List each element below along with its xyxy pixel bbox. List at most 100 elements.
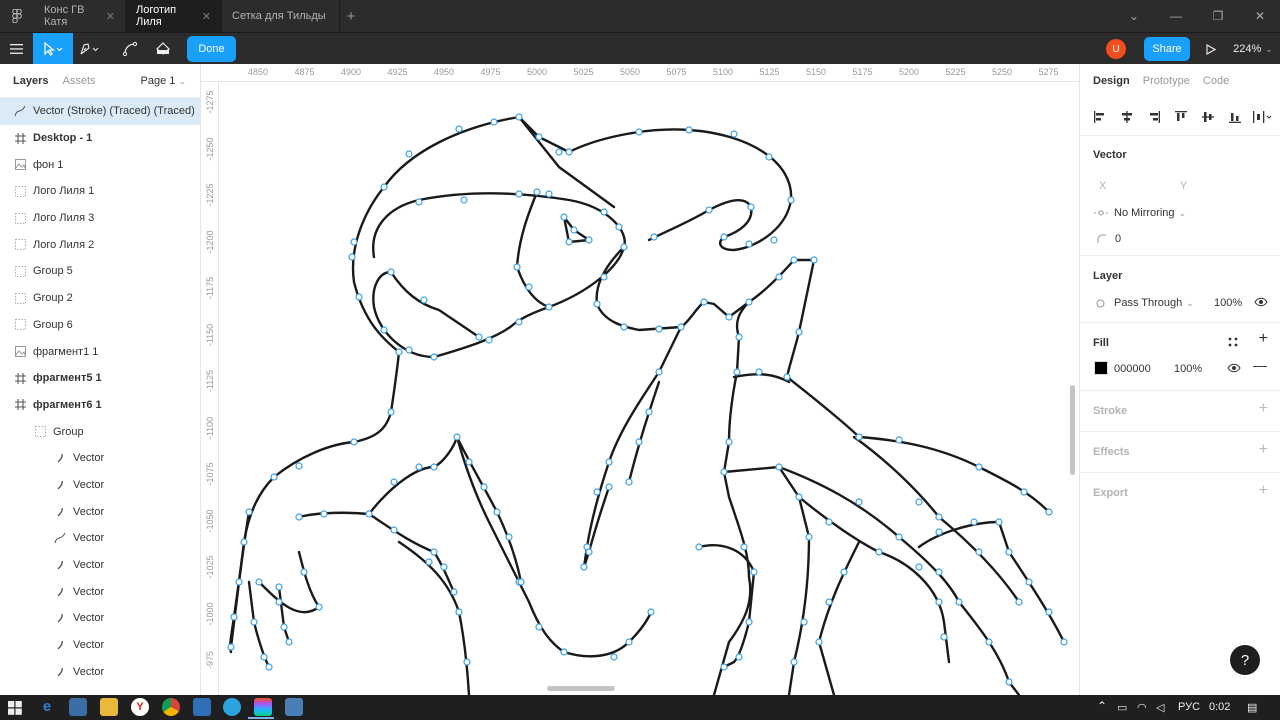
telegram-icon[interactable]	[223, 698, 241, 716]
ruler-tick-label: 4875	[294, 67, 315, 77]
clock[interactable]: 0:02	[1209, 701, 1230, 713]
distribute-spacing-icon[interactable]	[1252, 110, 1272, 124]
layer-row[interactable]: Vector	[0, 525, 200, 552]
layer-label: Лого Лиля 1	[33, 185, 95, 198]
layer-label: Vector (Stroke) (Traced) (Traced)	[33, 105, 195, 118]
visibility-eye-icon[interactable]	[1254, 296, 1268, 308]
app-window-icon[interactable]	[285, 698, 303, 716]
x-position-field[interactable]: X	[1099, 180, 1106, 192]
layer-row[interactable]: Vector	[0, 658, 200, 685]
close-icon[interactable]: ✕	[202, 10, 211, 23]
layer-row[interactable]: Vector	[0, 472, 200, 499]
y-position-field[interactable]: Y	[1180, 180, 1187, 192]
layer-row[interactable]: фрагмент6 1	[0, 392, 200, 419]
align-left-icon[interactable]	[1093, 110, 1107, 124]
notifications-icon[interactable]: ▤	[1247, 701, 1257, 714]
new-tab-plus-icon[interactable]: +	[340, 0, 362, 32]
figma-menu-icon[interactable]	[0, 0, 34, 32]
done-button[interactable]: Done	[187, 36, 236, 62]
fill-color-swatch[interactable]	[1094, 361, 1108, 375]
close-icon[interactable]: ✕	[106, 10, 115, 23]
layer-row[interactable]: Group	[0, 418, 200, 445]
layer-row[interactable]: Vector	[0, 552, 200, 579]
tab-file-3[interactable]: Сетка для Тильды	[222, 0, 340, 32]
chrome-icon[interactable]	[162, 698, 180, 716]
layer-row[interactable]: Лого Лиля 3	[0, 205, 200, 232]
move-tool-button[interactable]	[33, 33, 73, 65]
add-export-plus-icon[interactable]: +	[1259, 482, 1268, 500]
layer-row[interactable]: Vector (Stroke) (Traced) (Traced)	[0, 98, 200, 125]
layer-row[interactable]: Vector	[0, 605, 200, 632]
explorer-app-icon[interactable]	[69, 698, 87, 716]
add-fill-plus-icon[interactable]: +	[1259, 330, 1268, 348]
layer-opacity-field[interactable]: 100%	[1214, 297, 1242, 309]
share-button[interactable]: Share	[1144, 37, 1190, 61]
restore-icon[interactable]: ❐	[1198, 0, 1238, 32]
minimize-icon[interactable]: —	[1156, 0, 1196, 32]
blend-mode-dropdown[interactable]: Pass Through ⌄	[1096, 297, 1194, 309]
align-bottom-icon[interactable]	[1228, 110, 1242, 124]
tab-file-1[interactable]: Конс ГВ Катя ✕	[34, 0, 126, 32]
layer-row[interactable]: Лого Лиля 2	[0, 231, 200, 258]
layer-row[interactable]: фрагмент5 1	[0, 365, 200, 392]
page-selector[interactable]: Page 1 ⌄	[141, 75, 186, 87]
mirroring-dropdown[interactable]: No Mirroring ⌄	[1093, 207, 1186, 219]
add-effect-plus-icon[interactable]: +	[1259, 441, 1268, 459]
avatar[interactable]: U	[1106, 39, 1126, 59]
tab-code[interactable]: Code	[1203, 75, 1229, 87]
yandex-browser-icon[interactable]: Y	[131, 698, 149, 716]
windows-start-icon[interactable]	[8, 701, 22, 715]
align-horizontal-center-icon[interactable]	[1120, 110, 1134, 124]
layer-row[interactable]: Vector	[0, 578, 200, 605]
add-stroke-plus-icon[interactable]: +	[1259, 400, 1268, 418]
ruler-tick-label: -1075	[205, 462, 215, 486]
battery-icon[interactable]: ▭	[1117, 701, 1127, 714]
tray-chevron-up-icon[interactable]: ⌃	[1097, 699, 1107, 713]
tab-layers[interactable]: Layers	[13, 75, 48, 87]
fill-hex-field[interactable]: 000000	[1114, 363, 1151, 375]
layer-row[interactable]: Group 5	[0, 258, 200, 285]
layer-row[interactable]: Group 2	[0, 285, 200, 312]
present-play-icon[interactable]	[1200, 33, 1222, 65]
figma-taskbar-icon[interactable]	[254, 698, 272, 716]
fill-opacity-field[interactable]: 100%	[1174, 363, 1202, 375]
horizontal-scrollbar[interactable]	[547, 686, 615, 691]
fill-visibility-eye-icon[interactable]	[1227, 362, 1241, 374]
tab-file-2[interactable]: Логотип Лиля ✕	[126, 0, 222, 32]
vertical-scrollbar[interactable]	[1070, 385, 1075, 475]
layer-row[interactable]: Desktop - 1	[0, 125, 200, 152]
volume-icon[interactable]: ◁	[1156, 701, 1164, 714]
language-indicator[interactable]: РУС	[1178, 701, 1200, 713]
paint-bucket-button[interactable]	[150, 33, 176, 65]
layer-row[interactable]: фрагмент1 1	[0, 338, 200, 365]
layer-row[interactable]: фон 1	[0, 151, 200, 178]
wifi-icon[interactable]: ◠	[1137, 701, 1147, 714]
styles-grid-icon[interactable]	[1228, 337, 1238, 347]
help-button[interactable]: ?	[1230, 645, 1260, 675]
layer-row[interactable]: Vector	[0, 498, 200, 525]
app-icon[interactable]	[193, 698, 211, 716]
tab-prototype[interactable]: Prototype	[1143, 75, 1190, 87]
canvas[interactable]	[219, 82, 1079, 695]
bend-tool-button[interactable]	[117, 33, 143, 65]
layer-row[interactable]: Group 6	[0, 312, 200, 339]
layer-row[interactable]: Лого Лиля 1	[0, 178, 200, 205]
zoom-dropdown[interactable]: 224% ⌄	[1230, 33, 1276, 65]
chevron-down-icon[interactable]: ⌄	[1114, 0, 1154, 32]
align-right-icon[interactable]	[1147, 110, 1161, 124]
layer-row[interactable]: Vector	[0, 445, 200, 472]
file-explorer-icon[interactable]	[100, 698, 118, 716]
layer-row[interactable]: Vector	[0, 632, 200, 659]
traced-vector-drawing[interactable]	[219, 82, 1079, 695]
tab-assets[interactable]: Assets	[62, 75, 95, 87]
corner-radius-field[interactable]: 0	[1097, 233, 1121, 245]
hamburger-menu-icon[interactable]	[0, 33, 33, 65]
align-top-icon[interactable]	[1174, 110, 1188, 124]
pen-tool-button[interactable]	[76, 33, 104, 65]
edge-browser-icon[interactable]: e	[38, 698, 56, 716]
close-window-icon[interactable]: ✕	[1240, 0, 1280, 32]
tab-design[interactable]: Design	[1093, 75, 1130, 87]
align-vertical-center-icon[interactable]	[1201, 110, 1215, 124]
ruler-tick-label: 5275	[1038, 67, 1059, 77]
remove-fill-minus-icon[interactable]: —	[1253, 357, 1267, 373]
